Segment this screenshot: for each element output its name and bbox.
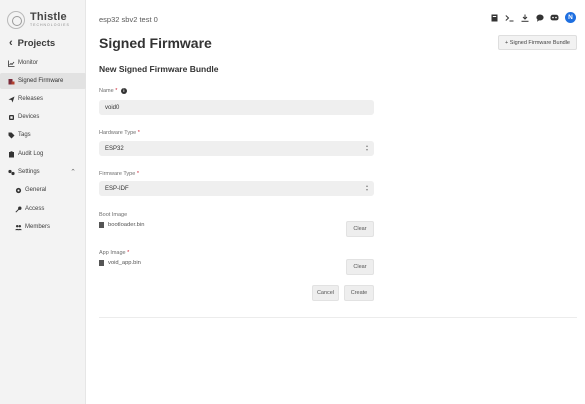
sidebar-item-label: Monitor bbox=[18, 60, 39, 66]
boot-image-filename: bootloader.bin bbox=[108, 222, 145, 228]
sidebar-item-audit-log[interactable]: Audit Log bbox=[0, 146, 86, 162]
app-image-label: App Image * bbox=[99, 250, 129, 256]
clipboard-icon bbox=[8, 150, 15, 158]
firmware-type-value: ESP-IDF bbox=[105, 185, 129, 192]
user-avatar[interactable]: N bbox=[565, 12, 576, 23]
settings-icon bbox=[8, 169, 15, 176]
brand-tagline: TECHNOLOGIES bbox=[30, 23, 70, 28]
file-icon bbox=[99, 260, 104, 266]
add-signed-firmware-bundle-button[interactable]: + Signed Firmware Bundle bbox=[498, 35, 577, 50]
users-icon bbox=[15, 224, 22, 231]
required-mark: * bbox=[127, 250, 130, 256]
sidebar-item-label: Access bbox=[25, 206, 45, 212]
download-icon[interactable] bbox=[520, 13, 529, 22]
brand-name: Thistle bbox=[30, 11, 67, 24]
sidebar-item-label: Signed Firmware bbox=[18, 78, 64, 84]
select-arrows-icon: ▴ ▾ bbox=[365, 183, 368, 192]
select-arrows-icon: ▴ ▾ bbox=[365, 143, 368, 152]
send-icon bbox=[8, 96, 15, 103]
back-to-projects[interactable]: ‹ Projects bbox=[9, 37, 55, 49]
app-image-label-text: App Image bbox=[99, 250, 126, 256]
back-label: Projects bbox=[17, 37, 56, 49]
hardware-type-label: Hardware Type * bbox=[99, 130, 140, 136]
required-mark: * bbox=[136, 171, 139, 177]
required-mark: * bbox=[115, 88, 118, 94]
discord-icon[interactable] bbox=[550, 13, 559, 22]
sidebar-item-tags[interactable]: Tags bbox=[0, 127, 86, 143]
brand-text: Thistle TECHNOLOGIES bbox=[30, 12, 70, 28]
cancel-button[interactable]: Cancel bbox=[312, 285, 339, 301]
hardware-type-value: ESP32 bbox=[105, 145, 124, 152]
sidebar-item-label: Devices bbox=[18, 114, 40, 120]
firmware-icon bbox=[8, 78, 15, 85]
project-breadcrumb[interactable]: esp32 sbv2 test 0 bbox=[99, 15, 158, 24]
app-image-file: void_app.bin bbox=[99, 260, 141, 266]
sidebar-item-releases[interactable]: Releases bbox=[0, 91, 86, 107]
sidebar-item-label: Audit Log bbox=[18, 151, 44, 157]
sidebar-item-label: Members bbox=[25, 224, 51, 230]
chevron-left-icon: ‹ bbox=[9, 37, 13, 49]
key-icon bbox=[15, 206, 22, 213]
firmware-type-label: Firmware Type * bbox=[99, 171, 139, 177]
clear-app-image-button[interactable]: Clear bbox=[346, 259, 374, 275]
sidebar-item-monitor[interactable]: Monitor bbox=[0, 55, 86, 71]
info-icon[interactable]: i bbox=[120, 88, 127, 94]
hardware-type-select[interactable]: ESP32 ▴ ▾ bbox=[99, 141, 374, 156]
sidebar-item-general[interactable]: General bbox=[0, 182, 86, 198]
required-mark: * bbox=[137, 130, 140, 136]
sidebar-item-label: Tags bbox=[18, 132, 31, 138]
chat-icon[interactable] bbox=[535, 13, 544, 22]
firmware-type-label-text: Firmware Type bbox=[99, 171, 136, 177]
book-icon[interactable] bbox=[490, 13, 499, 22]
sidebar-item-settings[interactable]: Settings ⌃ bbox=[0, 164, 86, 180]
toolbar-icons: N bbox=[484, 12, 576, 23]
divider bbox=[99, 317, 577, 318]
name-input[interactable]: void0 bbox=[99, 100, 374, 115]
chart-icon bbox=[8, 60, 15, 67]
sidebar-item-members[interactable]: Members bbox=[0, 219, 86, 235]
boot-image-label: Boot Image bbox=[99, 212, 128, 218]
form-title: New Signed Firmware Bundle bbox=[99, 64, 219, 74]
file-icon bbox=[99, 222, 104, 228]
tag-icon bbox=[8, 132, 15, 139]
terminal-icon[interactable] bbox=[505, 13, 514, 22]
page-title: Signed Firmware bbox=[99, 35, 212, 51]
name-label: Name * i bbox=[99, 88, 127, 94]
chevron-up-icon: ⌃ bbox=[70, 169, 76, 176]
sidebar-item-label: General bbox=[25, 187, 47, 193]
sidebar-item-label: Settings bbox=[18, 169, 40, 175]
gear-icon bbox=[15, 187, 22, 194]
clear-boot-image-button[interactable]: Clear bbox=[346, 221, 374, 237]
brand-logo[interactable]: Thistle TECHNOLOGIES bbox=[7, 11, 70, 29]
app-image-filename: void_app.bin bbox=[108, 260, 141, 266]
sidebar: Thistle TECHNOLOGIES ‹ Projects Monitor … bbox=[0, 0, 86, 404]
thistle-logo-icon bbox=[7, 11, 25, 29]
name-label-text: Name bbox=[99, 88, 114, 94]
sidebar-item-access[interactable]: Access bbox=[0, 201, 86, 217]
sidebar-item-signed-firmware[interactable]: Signed Firmware bbox=[0, 73, 86, 89]
create-button[interactable]: Create bbox=[344, 285, 374, 301]
sidebar-item-label: Releases bbox=[18, 96, 44, 102]
device-icon bbox=[8, 114, 15, 121]
sidebar-item-devices[interactable]: Devices bbox=[0, 109, 86, 125]
firmware-type-select[interactable]: ESP-IDF ▴ ▾ bbox=[99, 181, 374, 196]
boot-image-file: bootloader.bin bbox=[99, 222, 144, 228]
name-value: void0 bbox=[105, 104, 120, 111]
hardware-type-label-text: Hardware Type bbox=[99, 130, 137, 136]
